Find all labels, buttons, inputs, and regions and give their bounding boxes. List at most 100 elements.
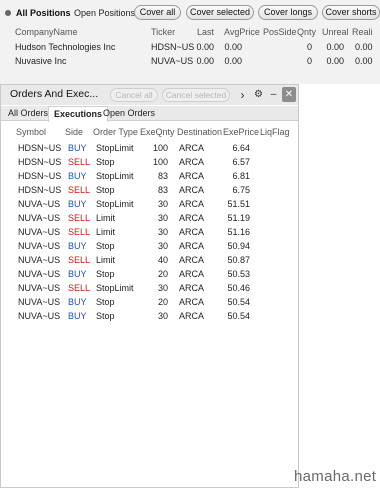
executions-header-row: Symbol Side Order Type ExeQnty Destinati…: [1, 125, 298, 139]
minimize-icon[interactable]: –: [268, 89, 279, 101]
execution-order-type: Limit: [96, 227, 116, 237]
orders-tab-bar: All Orders Executions Open Orders: [1, 106, 298, 122]
cancel-selected-button[interactable]: Cancel selected: [162, 88, 230, 102]
execution-price: 6.57: [232, 157, 250, 167]
cover-all-button[interactable]: Cover all: [134, 5, 181, 20]
cover-selected-button[interactable]: Cover selected: [186, 5, 254, 20]
execution-row[interactable]: NUVA~US BUY Stop 30 ARCA 50.94: [1, 239, 298, 253]
execution-qty: 30: [157, 283, 168, 293]
execution-destination: ARCA: [179, 269, 205, 279]
position-company: Hudson Technologies Inc: [15, 42, 116, 52]
execution-order-type: StopLimit: [96, 283, 134, 293]
position-real: 0.00: [355, 42, 373, 52]
col-symbol[interactable]: Symbol: [16, 127, 46, 137]
execution-row[interactable]: NUVA~US SELL Limit 30 ARCA 51.19: [1, 211, 298, 225]
execution-symbol: NUVA~US: [18, 269, 61, 279]
gear-icon[interactable]: ⚙: [253, 89, 264, 101]
execution-row[interactable]: HDSN~US SELL Stop 100 ARCA 6.57: [1, 155, 298, 169]
position-qnty: 0: [306, 42, 312, 52]
execution-side: BUY: [68, 311, 87, 321]
cover-shorts-button[interactable]: Cover shorts: [322, 5, 380, 20]
cancel-all-button[interactable]: Cancel all: [110, 88, 158, 102]
tab-open-positions[interactable]: Open Positions: [74, 8, 135, 18]
execution-side: SELL: [68, 185, 91, 195]
execution-symbol: NUVA~US: [18, 199, 61, 209]
col-avg-price[interactable]: AvgPrice: [224, 27, 260, 37]
execution-symbol: NUVA~US: [18, 283, 61, 293]
execution-row[interactable]: NUVA~US BUY Stop 30 ARCA 50.54: [1, 309, 298, 323]
execution-symbol: HDSN~US: [18, 171, 62, 181]
position-company: Nuvasive Inc: [15, 56, 67, 66]
position-unreal: 0.00: [326, 42, 344, 52]
col-destination[interactable]: Destination: [177, 127, 222, 137]
execution-order-type: Limit: [96, 213, 116, 223]
execution-destination: ARCA: [179, 311, 205, 321]
execution-price: 51.51: [227, 199, 250, 209]
col-liq-flag[interactable]: LiqFlag: [260, 127, 290, 137]
col-unreal[interactable]: Unreal: [322, 27, 349, 37]
execution-side: SELL: [68, 157, 91, 167]
position-last: 0.00: [196, 42, 214, 52]
positions-row[interactable]: Hudson Technologies Inc HDSN~US 0.00 0.0…: [0, 40, 380, 54]
execution-side: SELL: [68, 255, 91, 265]
execution-qty: 100: [152, 143, 168, 153]
execution-row[interactable]: NUVA~US BUY Stop 20 ARCA 50.53: [1, 267, 298, 281]
execution-qty: 30: [157, 311, 168, 321]
col-ticker[interactable]: Ticker: [151, 27, 175, 37]
execution-row[interactable]: NUVA~US BUY StopLimit 30 ARCA 51.51: [1, 197, 298, 211]
col-side[interactable]: Side: [65, 127, 83, 137]
execution-price: 51.16: [227, 227, 250, 237]
execution-symbol: NUVA~US: [18, 255, 61, 265]
execution-order-type: Limit: [96, 255, 116, 265]
execution-price: 50.46: [227, 283, 250, 293]
window-title-bar[interactable]: Orders And Exec... Cancel all Cancel sel…: [1, 85, 298, 105]
col-company-name[interactable]: CompanyName: [15, 27, 78, 37]
execution-destination: ARCA: [179, 185, 205, 195]
tab-all-positions[interactable]: All Positions: [16, 8, 71, 18]
execution-symbol: NUVA~US: [18, 213, 61, 223]
position-avg-price: 0.00: [224, 42, 242, 52]
execution-destination: ARCA: [179, 143, 205, 153]
positions-row[interactable]: Nuvasive Inc NUVA~US 0.00 0.00 0 0.00 0.…: [0, 54, 380, 68]
tab-all-orders[interactable]: All Orders: [3, 106, 53, 121]
close-icon[interactable]: ✕: [282, 87, 296, 102]
col-order-type[interactable]: Order Type: [93, 127, 138, 137]
execution-side: BUY: [68, 269, 87, 279]
col-last[interactable]: Last: [197, 27, 214, 37]
execution-destination: ARCA: [179, 171, 205, 181]
execution-row[interactable]: HDSN~US BUY StopLimit 100 ARCA 6.64: [1, 141, 298, 155]
execution-qty: 20: [157, 297, 168, 307]
execution-order-type: StopLimit: [96, 171, 134, 181]
position-real: 0.00: [355, 56, 373, 66]
cover-longs-button[interactable]: Cover longs: [258, 5, 318, 20]
execution-price: 50.54: [227, 311, 250, 321]
all-positions-radio[interactable]: [5, 10, 11, 16]
execution-row[interactable]: NUVA~US SELL Limit 40 ARCA 50.87: [1, 253, 298, 267]
execution-qty: 30: [157, 199, 168, 209]
col-pos-side[interactable]: PosSide: [263, 27, 297, 37]
execution-destination: ARCA: [179, 297, 205, 307]
execution-qty: 100: [152, 157, 168, 167]
execution-row[interactable]: HDSN~US BUY StopLimit 83 ARCA 6.81: [1, 169, 298, 183]
execution-price: 51.19: [227, 213, 250, 223]
tab-open-orders[interactable]: Open Orders: [98, 106, 160, 121]
col-exe-qnty[interactable]: ExeQnty: [140, 127, 175, 137]
col-real[interactable]: Reali: [352, 27, 373, 37]
execution-side: BUY: [68, 297, 87, 307]
execution-side: BUY: [68, 199, 87, 209]
execution-row[interactable]: NUVA~US SELL Limit 30 ARCA 51.16: [1, 225, 298, 239]
execution-symbol: HDSN~US: [18, 157, 62, 167]
chevron-right-icon[interactable]: ›: [237, 89, 248, 101]
execution-row[interactable]: HDSN~US SELL Stop 83 ARCA 6.75: [1, 183, 298, 197]
execution-row[interactable]: NUVA~US SELL StopLimit 30 ARCA 50.46: [1, 281, 298, 295]
watermark: hamaha.net: [294, 468, 377, 485]
execution-symbol: HDSN~US: [18, 185, 62, 195]
execution-symbol: NUVA~US: [18, 227, 61, 237]
positions-panel: All Positions Open Positions Cover all C…: [0, 0, 380, 84]
execution-destination: ARCA: [179, 227, 205, 237]
col-exe-price[interactable]: ExePrice: [223, 127, 259, 137]
execution-row[interactable]: NUVA~US BUY Stop 20 ARCA 50.54: [1, 295, 298, 309]
execution-order-type: Stop: [96, 269, 115, 279]
execution-order-type: StopLimit: [96, 199, 134, 209]
col-qnty[interactable]: Qnty: [297, 27, 316, 37]
